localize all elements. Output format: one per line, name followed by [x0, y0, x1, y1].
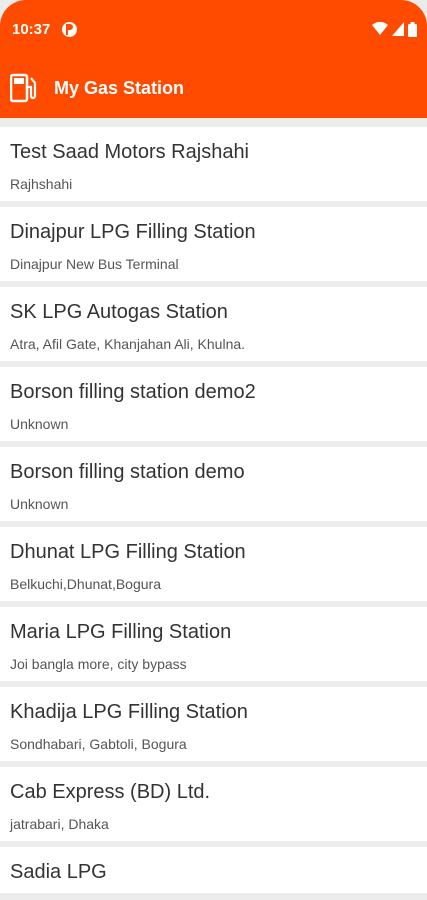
phone-screen: 10:37 My Gas Station Test Saad Motors Ra…	[0, 0, 427, 900]
list-item[interactable]: Maria LPG Filling Station Joi bangla mor…	[0, 607, 427, 681]
station-name: Sadia LPG	[10, 861, 107, 883]
station-name: Khadija LPG Filling Station	[10, 701, 248, 723]
station-list[interactable]: Test Saad Motors Rajshahi Rajhshahi Dina…	[0, 118, 427, 893]
station-address: Unknown	[10, 496, 69, 512]
station-address: Rajhshahi	[10, 176, 73, 192]
station-name: Test Saad Motors Rajshahi	[10, 141, 250, 163]
list-item[interactable]: Test Saad Motors Rajshahi Rajhshahi	[0, 127, 427, 201]
notification-app-icon	[62, 21, 78, 37]
app-toolbar: My Gas Station	[0, 58, 427, 118]
list-item[interactable]: Dinajpur LPG Filling Station Dinajpur Ne…	[0, 207, 427, 281]
app-title: My Gas Station	[54, 77, 185, 98]
station-name: SK LPG Autogas Station	[10, 301, 228, 323]
gas-pump-icon	[10, 73, 37, 103]
station-address: Atra, Afil Gate, Khanjahan Ali, Khulna.	[10, 336, 246, 352]
list-item[interactable]: Khadija LPG Filling Station Sondhabari, …	[0, 687, 427, 761]
battery-icon	[408, 21, 417, 37]
list-item[interactable]: SK LPG Autogas Station Atra, Afil Gate, …	[0, 287, 427, 361]
list-item[interactable]: Dhunat LPG Filling Station Belkuchi,Dhun…	[0, 527, 427, 601]
cell-signal-icon	[392, 22, 404, 36]
list-item[interactable]: Sadia LPG	[0, 847, 427, 893]
wifi-icon	[372, 22, 388, 35]
station-name: Cab Express (BD) Ltd.	[10, 781, 211, 803]
station-address: Sondhabari, Gabtoli, Bogura	[10, 736, 187, 752]
station-name: Maria LPG Filling Station	[10, 621, 232, 643]
status-icons	[372, 21, 417, 37]
station-address: Joi bangla more, city bypass	[10, 656, 187, 672]
station-name: Dinajpur LPG Filling Station	[10, 221, 256, 243]
status-time: 10:37	[12, 20, 51, 38]
station-address: jatrabari, Dhaka	[10, 816, 109, 832]
list-item[interactable]: Cab Express (BD) Ltd. jatrabari, Dhaka	[0, 767, 427, 841]
station-address: Unknown	[10, 416, 69, 432]
station-address: Belkuchi,Dhunat,Bogura	[10, 576, 161, 592]
list-item[interactable]: Borson filling station demo2 Unknown	[0, 367, 427, 441]
station-name: Borson filling station demo	[10, 461, 245, 483]
status-bar: 10:37	[0, 0, 427, 58]
station-address: Dinajpur New Bus Terminal	[10, 256, 179, 272]
station-name: Dhunat LPG Filling Station	[10, 541, 246, 563]
station-name: Borson filling station demo2	[10, 381, 256, 403]
list-item[interactable]: Borson filling station demo Unknown	[0, 447, 427, 521]
